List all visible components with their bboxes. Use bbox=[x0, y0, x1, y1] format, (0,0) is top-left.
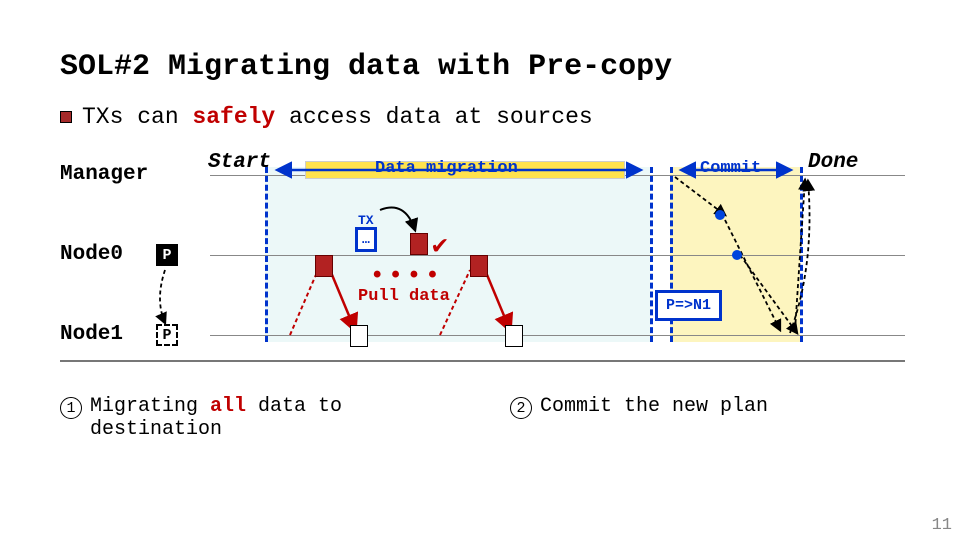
migration-label: Data migration bbox=[375, 159, 518, 178]
num-1-icon: 1 bbox=[60, 397, 82, 419]
bullet-em: safely bbox=[192, 104, 275, 130]
tx-dots: … bbox=[362, 232, 370, 247]
p-box-dashed: P bbox=[156, 324, 178, 346]
done-label: Done bbox=[808, 151, 858, 174]
f1-em: all bbox=[210, 395, 246, 418]
red-box-1 bbox=[315, 255, 333, 277]
slide-title: SOL#2 Migrating data with Pre-copy bbox=[60, 50, 912, 84]
commit-label: Commit bbox=[700, 159, 761, 178]
bottom-rule bbox=[60, 360, 905, 362]
commit-box: P=>N1 bbox=[655, 290, 722, 321]
vdash-1 bbox=[265, 167, 268, 342]
start-label: Start bbox=[208, 151, 271, 174]
check-icon: ✔ bbox=[432, 230, 448, 261]
blue-dot-2 bbox=[732, 250, 742, 260]
p-box-solid: P bbox=[156, 244, 178, 266]
vdash-4 bbox=[800, 167, 803, 342]
bullet-line: TXs can safely access data at sources bbox=[60, 104, 912, 130]
bullet-pre: TXs can bbox=[82, 104, 192, 130]
footer: 1 Migrating all data to destination 2 Co… bbox=[60, 395, 912, 441]
tx-label: TX bbox=[358, 213, 374, 228]
row-manager: Manager bbox=[60, 163, 148, 186]
f1-pre: Migrating bbox=[90, 395, 210, 418]
bullet-icon bbox=[60, 111, 72, 123]
vdash-2 bbox=[650, 167, 653, 342]
white-box-2 bbox=[505, 325, 523, 347]
page-number: 11 bbox=[932, 516, 952, 535]
white-box-1 bbox=[350, 325, 368, 347]
pull-label: Pull data bbox=[358, 287, 450, 306]
tx-box: TX … bbox=[355, 227, 377, 252]
num-2-icon: 2 bbox=[510, 397, 532, 419]
red-dots: •••• bbox=[370, 263, 444, 290]
red-box-3 bbox=[470, 255, 488, 277]
row-node0: Node0 bbox=[60, 243, 123, 266]
timeline-diagram: Manager Node0 Node1 P P Start Done Data … bbox=[60, 155, 910, 370]
blue-dot-1 bbox=[715, 210, 725, 220]
row-node1: Node1 bbox=[60, 323, 123, 346]
red-box-2 bbox=[410, 233, 428, 255]
f2-text: Commit the new plan bbox=[540, 395, 768, 441]
bullet-post: access data at sources bbox=[275, 104, 592, 130]
